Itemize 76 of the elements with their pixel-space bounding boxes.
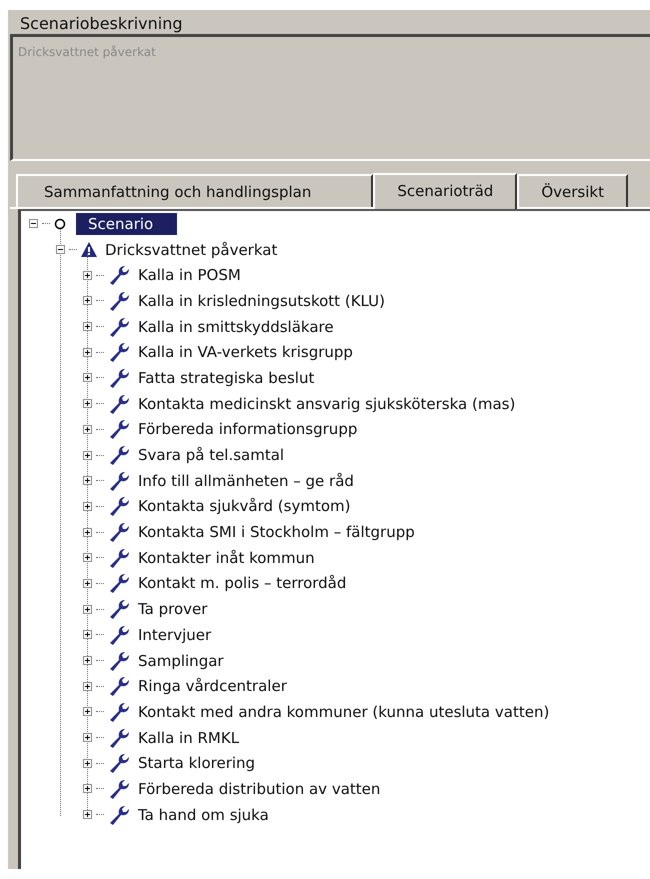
tree-item[interactable]: Ta hand om sjuka xyxy=(134,804,273,826)
wrench-icon xyxy=(108,804,130,826)
expand-toggle[interactable] xyxy=(83,270,92,280)
tree-item[interactable]: Kalla in smittskyddsläkare xyxy=(134,316,338,338)
expand-toggle[interactable] xyxy=(83,733,92,742)
tree-item[interactable]: Info till allmänheten – ge råd xyxy=(134,470,358,492)
wrench-icon xyxy=(108,392,130,415)
wrench-icon xyxy=(108,726,130,749)
wrench-icon xyxy=(108,341,130,364)
expand-toggle[interactable] xyxy=(83,630,92,640)
wrench-icon xyxy=(108,521,130,544)
wrench-icon xyxy=(108,778,130,800)
wrench-icon xyxy=(108,290,130,312)
wrench-icon xyxy=(108,495,130,518)
wrench-icon xyxy=(108,264,130,286)
collapse-toggle[interactable] xyxy=(29,219,38,228)
expand-toggle[interactable] xyxy=(83,682,92,691)
tree-item[interactable]: Kontakta sjukvård (symtom) xyxy=(134,495,354,518)
tree-item[interactable]: Fatta strategiska beslut xyxy=(134,366,318,389)
expand-toggle[interactable] xyxy=(83,656,92,666)
tree-item[interactable]: Kalla in VA-verkets krisgrupp xyxy=(134,341,357,364)
expand-toggle[interactable] xyxy=(83,810,92,820)
tree-item[interactable]: Kontakta SMI i Stockholm – fältgrupp xyxy=(134,521,419,544)
tab[interactable]: Översikt xyxy=(517,174,628,207)
tree-item[interactable]: Förbereda distribution av vatten xyxy=(134,778,384,800)
tree-item[interactable]: Kontakt med andra kommuner (kunna utesluta vatten) xyxy=(134,700,554,723)
tree-item[interactable]: Kontakta medicinskt ansvarig sjuksköterska (mas) xyxy=(134,392,520,415)
expand-toggle[interactable] xyxy=(83,450,92,460)
wrench-icon xyxy=(108,752,130,774)
expand-toggle[interactable] xyxy=(83,348,92,357)
wrench-icon xyxy=(108,546,130,569)
tree-item[interactable]: Samplingar xyxy=(134,650,228,672)
expand-toggle[interactable] xyxy=(83,784,92,794)
section-title: Scenariobeskrivning xyxy=(19,13,184,34)
tree-item[interactable]: Ta prover xyxy=(134,598,212,620)
tree-item[interactable]: Scenario xyxy=(76,212,178,235)
expand-toggle[interactable] xyxy=(83,707,92,716)
wrench-icon xyxy=(108,572,130,594)
tree-item[interactable]: Kontakter inåt kommun xyxy=(134,546,319,569)
wrench-icon xyxy=(108,444,130,466)
wrench-icon xyxy=(108,316,130,338)
wrench-icon xyxy=(108,624,130,646)
expand-toggle[interactable] xyxy=(83,502,92,511)
wrench-icon xyxy=(108,598,130,620)
tree-item[interactable]: Ringa vårdcentraler xyxy=(134,675,291,698)
expand-toggle[interactable] xyxy=(83,758,92,768)
tree-item[interactable]: Kalla in POSM xyxy=(134,264,245,286)
expand-toggle[interactable] xyxy=(83,322,92,332)
expand-toggle[interactable] xyxy=(83,476,92,486)
expand-toggle[interactable] xyxy=(83,553,92,562)
tree-item[interactable]: Intervjuer xyxy=(134,624,216,646)
wrench-icon xyxy=(108,700,130,723)
wrench-icon xyxy=(108,675,130,698)
tab[interactable]: Sammanfattning och handlingsplan xyxy=(16,174,374,207)
expand-toggle[interactable] xyxy=(83,528,92,537)
warning-icon xyxy=(81,242,97,258)
tree-item[interactable]: Förbereda informationsgrupp xyxy=(134,418,362,440)
tree-item[interactable]: Kalla in krisledningsutskott (KLU) xyxy=(134,290,389,312)
expand-toggle[interactable] xyxy=(83,373,92,382)
wrench-icon xyxy=(108,650,130,672)
tree-item[interactable]: Starta klorering xyxy=(134,752,260,774)
tab[interactable]: Scenarioträd xyxy=(373,173,518,209)
collapse-toggle[interactable] xyxy=(56,245,65,254)
expand-toggle[interactable] xyxy=(83,399,92,408)
tree-item[interactable]: Svara på tel.samtal xyxy=(134,444,288,466)
wrench-icon xyxy=(108,418,130,440)
tree-item[interactable]: Kalla in RMKL xyxy=(134,726,244,749)
expand-toggle[interactable] xyxy=(83,296,92,306)
wrench-icon xyxy=(108,366,130,389)
circle-icon xyxy=(54,218,66,230)
tree-item[interactable]: Kontakt m. polis – terrordåd xyxy=(134,572,350,594)
expand-toggle[interactable] xyxy=(83,424,92,434)
expand-toggle[interactable] xyxy=(83,578,92,588)
wrench-icon xyxy=(108,470,130,492)
expand-toggle[interactable] xyxy=(83,604,92,614)
tree-item[interactable]: Dricksvattnet påverkat xyxy=(101,238,282,261)
